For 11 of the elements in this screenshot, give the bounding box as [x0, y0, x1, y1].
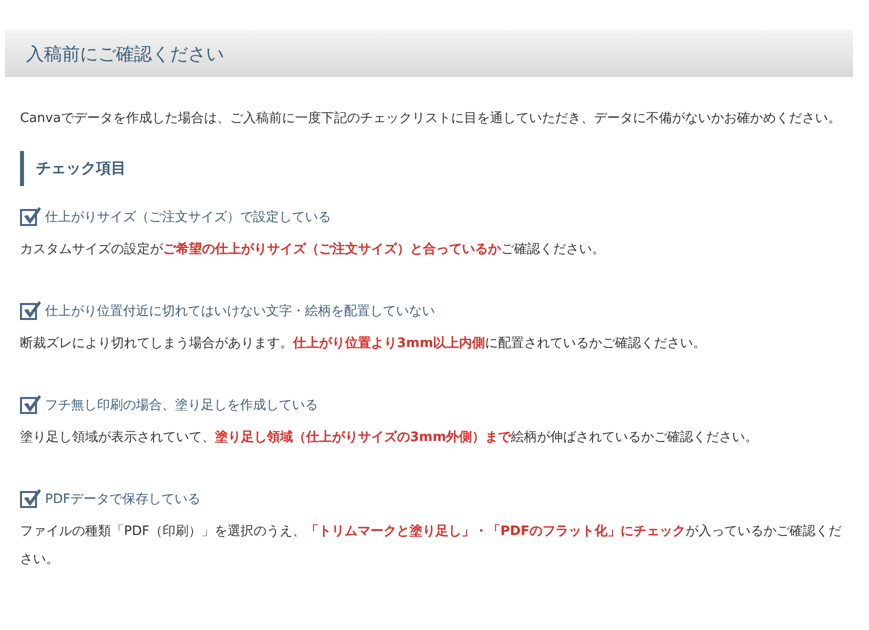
item-title: 仕上がりサイズ（ご注文サイズ）で設定している [45, 209, 331, 226]
item-description: 塗り足し領域が表示されていて、塗り足し領域（仕上がりサイズの3mm外側）まで絵柄が伸ばされているかご確認ください。 [20, 429, 760, 447]
item-description: カスタムサイズの設定がご希望の仕上がりサイズ（ご注文サイズ）と合っているかご確認ください。 [20, 240, 606, 259]
intro-text: Canvaでデータを作成した場合は、ご入稿前に一度下記のチェックリストに目を通していただき、データに不備がないかお確かめください。 [20, 110, 842, 128]
section-heading: チェック項目 [20, 151, 853, 186]
item-title: PDFデータで保存している [45, 491, 200, 508]
item-title: フチ無し印刷の場合、塗り足しを作成している [45, 397, 318, 414]
page-title: 入稿前にご確認ください [26, 42, 224, 66]
item-description: ファイルの種類「PDF（印刷）」を選択のうえ、「トリムマークと塗り足し」・「PDFのフラット化」にチェックが入っているかご確認ください。 [20, 523, 843, 569]
item-title: 仕上がり位置付近に切れてはいけない文字・絵柄を配置していない [45, 303, 435, 320]
item-description: 断裁ズレにより切れてしまう場合があります。仕上がり位置より3mm以上内側に配置されているかご確認ください。 [20, 335, 708, 353]
